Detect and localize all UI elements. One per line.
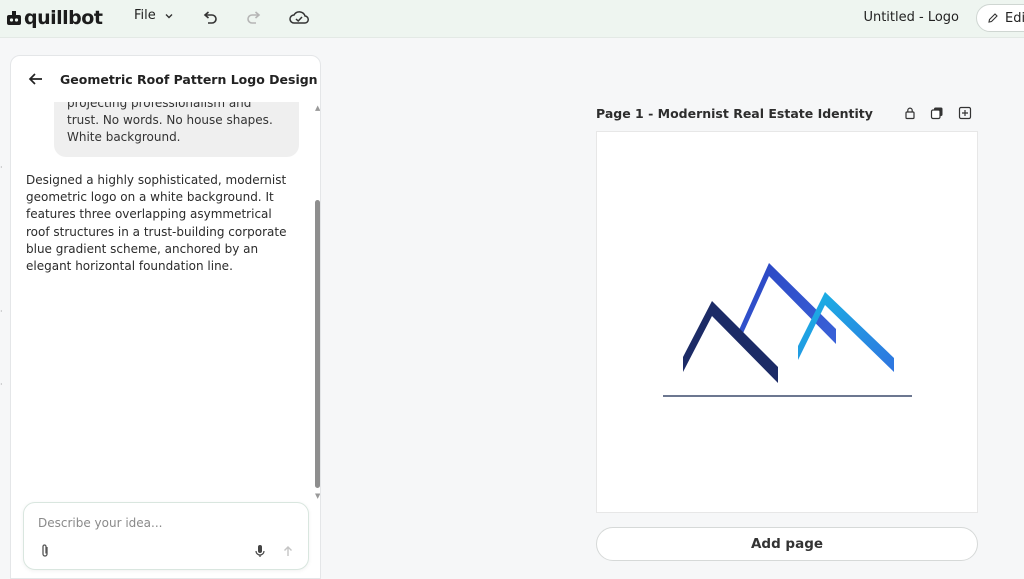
document-title[interactable]: Untitled - Logo bbox=[863, 10, 959, 25]
scroll-up-arrow-icon[interactable]: ▲ bbox=[315, 104, 320, 112]
scroll-down-arrow-icon[interactable]: ▼ bbox=[315, 492, 320, 500]
edge-mark: · bbox=[0, 307, 3, 316]
file-menu[interactable]: File bbox=[134, 8, 174, 23]
user-message-bubble: projecting professionalism and trust. No… bbox=[54, 102, 299, 157]
chat-scrollbar[interactable]: ▲ ▼ bbox=[314, 102, 320, 500]
paperclip-icon[interactable] bbox=[38, 543, 52, 559]
file-menu-label: File bbox=[134, 8, 156, 23]
microphone-icon[interactable] bbox=[253, 543, 267, 559]
page-title[interactable]: Page 1 - Modernist Real Estate Identity bbox=[596, 106, 873, 121]
quillbot-logo-icon bbox=[7, 11, 21, 25]
cloud-check-icon[interactable] bbox=[288, 8, 310, 28]
generated-logo[interactable] bbox=[597, 132, 979, 514]
chat-messages: projecting professionalism and trust. No… bbox=[11, 102, 311, 502]
chat-panel-header: Geometric Roof Pattern Logo Design bbox=[11, 56, 320, 102]
scroll-thumb[interactable] bbox=[315, 200, 320, 488]
undo-icon[interactable] bbox=[200, 8, 220, 28]
edge-mark: · bbox=[0, 163, 3, 172]
assistant-message: Designed a highly sophisticated, moderni… bbox=[26, 173, 287, 274]
edge-mark: · bbox=[0, 380, 3, 389]
add-page-button[interactable]: Add page bbox=[596, 527, 978, 561]
send-arrow-icon[interactable] bbox=[281, 543, 295, 559]
prompt-input-box bbox=[23, 502, 309, 570]
edit-button[interactable]: Edi bbox=[976, 4, 1024, 32]
chat-panel: Geometric Roof Pattern Logo Design proje… bbox=[10, 55, 321, 579]
logo-left-roof bbox=[683, 301, 778, 383]
redo-icon[interactable] bbox=[244, 8, 264, 28]
add-page-icon[interactable] bbox=[958, 106, 972, 120]
edit-button-label: Edi bbox=[1005, 10, 1024, 26]
chevron-down-icon bbox=[165, 13, 173, 18]
canvas-page[interactable] bbox=[596, 131, 978, 513]
brand-name: quillbot bbox=[24, 7, 103, 29]
quillbot-logo[interactable]: quillbot bbox=[6, 6, 103, 30]
top-bar: quillbot File Untitled - Logo Edi bbox=[0, 0, 1024, 38]
chat-title: Geometric Roof Pattern Logo Design bbox=[60, 72, 318, 87]
pencil-icon bbox=[988, 13, 998, 23]
back-arrow-icon[interactable] bbox=[27, 70, 45, 88]
logo-right-roof bbox=[798, 292, 894, 372]
prompt-input[interactable] bbox=[38, 513, 288, 533]
lock-icon[interactable] bbox=[903, 106, 917, 120]
duplicate-icon[interactable] bbox=[930, 106, 944, 120]
